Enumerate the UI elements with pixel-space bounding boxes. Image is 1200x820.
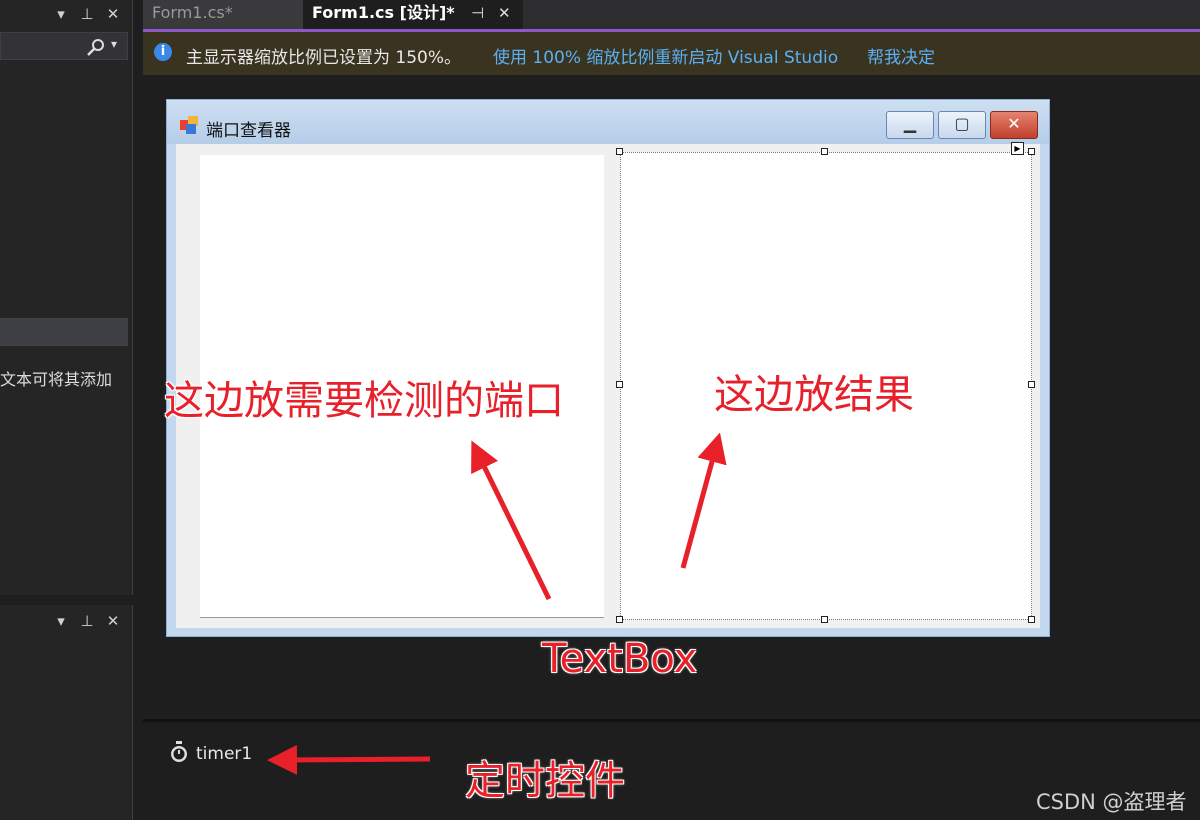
annotation-arrows (267, 432, 727, 775)
arrow-to-timer (267, 744, 431, 775)
watermark: CSDN @盗理者 (1036, 790, 1187, 814)
arrow-to-ports-textbox (471, 440, 552, 601)
arrow-to-results-textbox (680, 432, 727, 569)
